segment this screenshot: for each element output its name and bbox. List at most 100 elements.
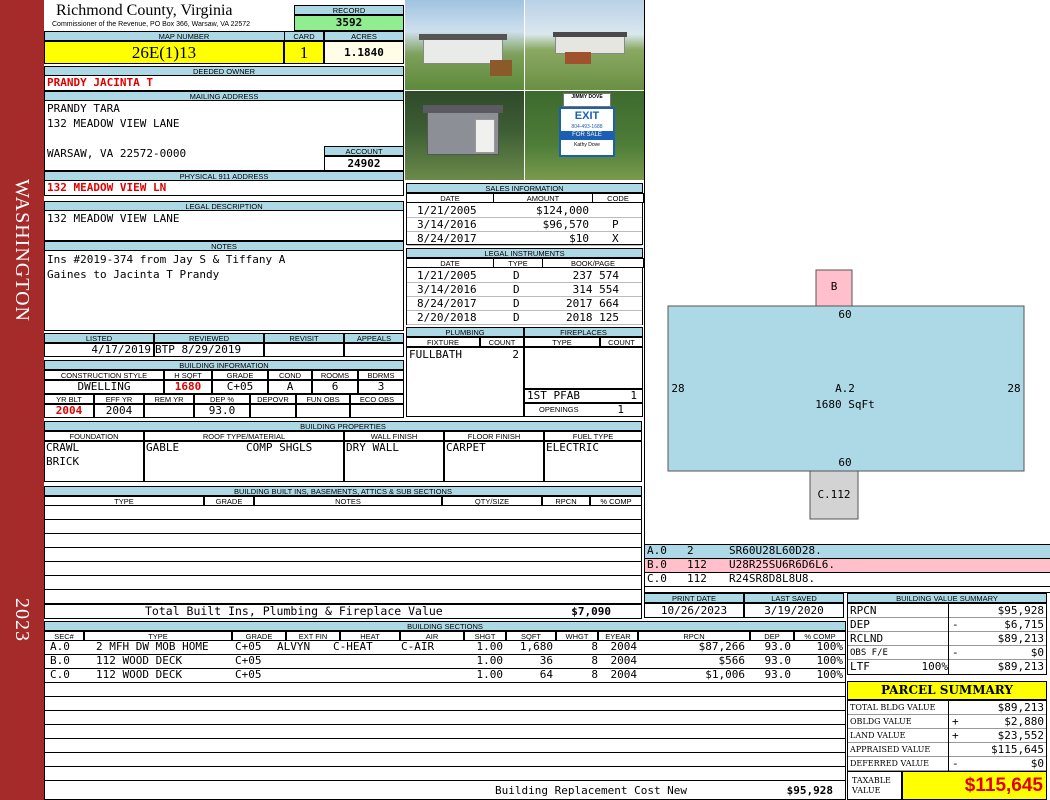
notes-line-2: Gaines to Jacinta T Prandy — [47, 268, 220, 281]
fuel-type: ELECTRIC — [546, 441, 599, 454]
instrument-type: D — [513, 297, 520, 310]
fireplaces-label: FIREPLACES — [524, 327, 643, 337]
section-dep: 93.0 — [764, 654, 792, 667]
builtins-empty-row — [44, 590, 642, 604]
instruments-table: DATE TYPE BOOK/PAGE 1/21/2005 D 237 574 3/1… — [406, 258, 644, 325]
parcel-row-label: APPRAISED VALUE — [850, 745, 931, 754]
sketch-area: B 60 60 28 28 A.2 1680 SqFt C.112 — [644, 0, 1050, 545]
print-date-label: PRINT DATE — [644, 593, 744, 603]
builtins-empty-row — [44, 520, 642, 534]
sign-phone: 804-493-1688 — [571, 124, 603, 130]
pfab-row: 1ST PFAB 1 — [524, 389, 643, 403]
sketch-dim-left: 28 — [671, 382, 684, 395]
sales-code: X — [612, 232, 619, 245]
roof-material: COMP SHGLS — [246, 441, 313, 454]
builtins-empty-row — [44, 562, 642, 576]
acres-value: 1.1840 — [324, 41, 404, 64]
sign-for-sale: FOR SALE — [561, 131, 613, 140]
parcel-row-sign: + — [952, 715, 959, 728]
section-empty-row — [44, 725, 846, 739]
replacement-cost-label: Building Replacement Cost New — [495, 784, 688, 797]
inst-header-date: DATE — [406, 258, 494, 268]
builtins-label: BUILDING BUILT INS, BASEMENTS, ATTICS & … — [44, 486, 642, 496]
instrument-book: 2017 664 — [566, 297, 619, 310]
building-info-label: BUILDING INFORMATION — [44, 360, 404, 370]
openings-row: OPENINGS 1 — [524, 403, 643, 417]
builtins-header: TYPE — [44, 496, 204, 506]
building-info-rooms: 6 — [312, 380, 358, 394]
section-empty-row — [44, 711, 846, 725]
mailing-line-2: 132 MEADOW VIEW LANE — [47, 117, 180, 130]
summary-ltr: $89,213 — [997, 660, 1044, 673]
sketch-legend-row: B.0 112 U28R25SU6R6D6L6. — [644, 559, 1050, 573]
reviewed-date: BTP 8/29/2019 — [154, 343, 264, 357]
section-comp: 100% — [816, 668, 844, 681]
legend-desc: SR60U28L60D28. — [729, 544, 822, 557]
notes-box: Ins #2019-374 from Jay S & Tiffany A Gai… — [44, 251, 404, 331]
plumbing-fixture: FULLBATH — [409, 348, 462, 361]
revisit-value — [264, 343, 344, 357]
section-row: B.0 112 WOOD DECK C+05 1.00 36 8 2004 $566 93.0 1… — [44, 655, 846, 669]
building-info-style: DWELLING — [44, 380, 164, 394]
parcel-row-sign: - — [952, 757, 959, 770]
section-dep: 93.0 — [764, 640, 792, 653]
openings-value: 1 — [617, 403, 624, 416]
section-air: C-AIR — [401, 640, 435, 653]
sales-amount: $96,570 — [542, 218, 589, 231]
instrument-type: D — [513, 269, 520, 282]
dep-sign: - — [952, 618, 959, 631]
section-eyear: 2004 — [610, 654, 638, 667]
builtins-empty-row — [44, 506, 642, 520]
replacement-cost-value: $95,928 — [786, 784, 833, 797]
instrument-book: 2018 125 — [566, 311, 619, 324]
building-sections-label: BUILDING SECTIONS — [44, 621, 846, 631]
sales-table: DATE AMOUNT CODE 1/21/2005 $124,000 3/14/2… — [406, 193, 644, 246]
fireplaces-box — [524, 347, 643, 389]
section-heat: C-HEAT — [333, 640, 373, 653]
building-info-header: BDRMS — [358, 370, 404, 380]
taxable-label-2: VALUE — [852, 786, 881, 795]
plumbing-box: FULLBATH 2 — [406, 347, 524, 417]
sign-brand: EXIT — [574, 110, 600, 122]
section-row: A.0 2 MFH DW MOB HOME C+05 ALVYN C-HEAT C-AIR… — [44, 641, 846, 655]
legal-description: 132 MEADOW VIEW LANE — [44, 211, 404, 241]
parcel-row: OBLDG VALUE + $2,880 — [848, 715, 1046, 729]
section-type: 2 MFH DW MOB HOME — [96, 640, 209, 653]
sales-row: 1/21/2005 $124,000 — [407, 204, 642, 218]
section-eyear: 2004 — [610, 640, 638, 653]
property-header: FLOOR FINISH — [444, 431, 544, 441]
section-empty-row — [44, 767, 846, 781]
building-info-blank — [350, 404, 404, 418]
mailing-address-label: MAILING ADDRESS — [44, 91, 404, 101]
parcel-row-label: OBLDG VALUE — [850, 717, 912, 726]
print-date: 10/26/2023 — [644, 603, 744, 618]
building-info-bdrms: 3 — [358, 380, 404, 394]
building-info-header: COND — [268, 370, 312, 380]
sketch-dim-bottom: 60 — [838, 456, 851, 469]
section-empty-row — [44, 683, 846, 697]
parcel-row-label: LAND VALUE — [850, 731, 906, 740]
section-type: 112 WOOD DECK — [96, 668, 183, 681]
county-title: Richmond County, Virginia — [56, 2, 233, 19]
legend-count: 112 — [687, 572, 707, 585]
property-header: ROOF TYPE/MATERIAL — [144, 431, 344, 441]
sketch-label-a: A.2 — [835, 382, 855, 395]
plumbing-header-count: COUNT — [480, 337, 524, 347]
deeded-owner-label: DEEDED OWNER — [44, 66, 404, 76]
floor-finish: CARPET — [446, 441, 486, 454]
parcel-row-value: $0 — [1030, 757, 1044, 770]
plumbing-label: PLUMBING — [406, 327, 524, 337]
sales-header-amount: AMOUNT — [493, 193, 593, 203]
instrument-book: 237 574 — [572, 269, 619, 282]
section-whgt: 8 — [591, 668, 598, 681]
building-info-grade: C+05 — [212, 380, 268, 394]
rpcn-label: RPCN — [850, 604, 877, 617]
building-properties-label: BUILDING PROPERTIES — [44, 421, 642, 431]
obs-label: OBS F/E — [850, 648, 888, 658]
property-header: FOUNDATION — [44, 431, 144, 441]
builtins-empty-row — [44, 534, 642, 548]
parcel-row-value: $115,645 — [991, 743, 1044, 756]
sign-board: EXIT 804-493-1688 FOR SALE Kathy Dove — [559, 107, 615, 157]
builtins-empty-row — [44, 548, 642, 562]
fireplaces-header-type: TYPE — [524, 337, 600, 347]
